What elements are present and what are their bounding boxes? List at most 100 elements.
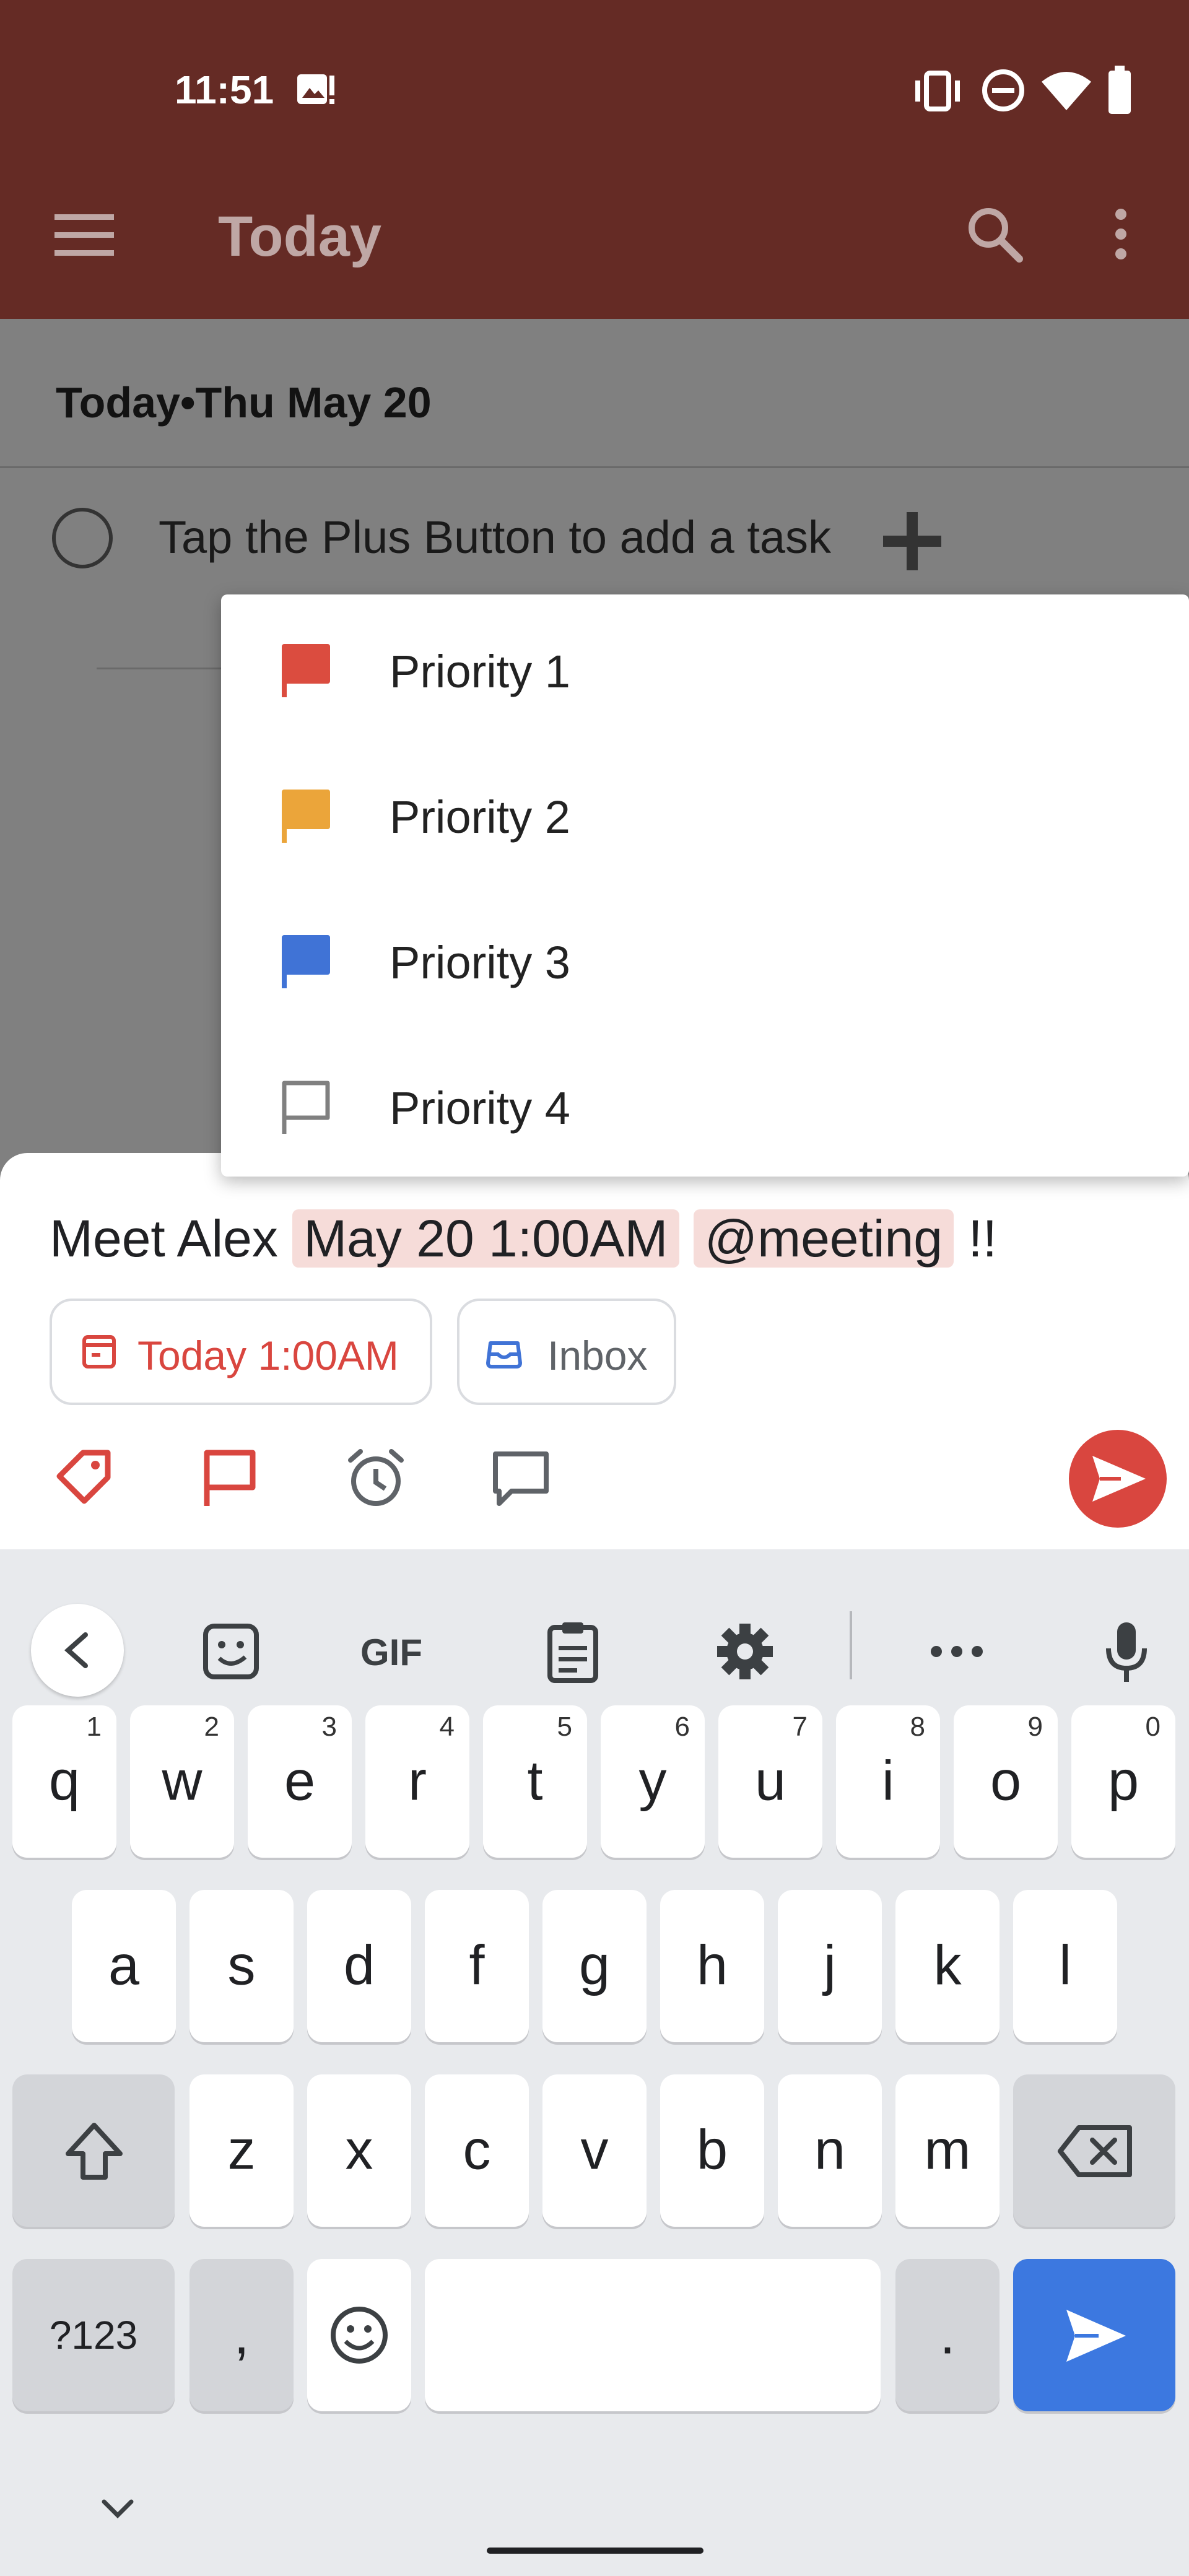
- priority-item-4[interactable]: Priority 4: [221, 1031, 1189, 1177]
- add-task-send-button[interactable]: [1069, 1430, 1167, 1528]
- inbox-icon: [486, 1341, 522, 1368]
- key-o[interactable]: 9o: [954, 1705, 1058, 1858]
- more-icon[interactable]: [923, 1617, 991, 1686]
- calendar-icon: [82, 1335, 116, 1368]
- due-date-chip[interactable]: Today 1:00AM: [50, 1299, 432, 1405]
- chevron-left-icon: [64, 1632, 88, 1668]
- key-m[interactable]: m: [895, 2074, 1000, 2227]
- gesture-nav-bar[interactable]: [487, 2548, 703, 2554]
- key-label: k: [933, 1934, 962, 1997]
- key-s[interactable]: s: [189, 1890, 294, 2042]
- priority-label: Priority 1: [390, 646, 570, 697]
- key-z[interactable]: z: [189, 2074, 294, 2227]
- more-options-icon[interactable]: [1106, 203, 1136, 265]
- key-label: ,: [233, 2304, 250, 2366]
- keyboard-collapse-button[interactable]: [31, 1604, 124, 1697]
- period-key[interactable]: .: [895, 2259, 1000, 2411]
- task-content-input[interactable]: Meet Alex May 20 1:00AM @meeting !!: [50, 1209, 997, 1269]
- key-label: h: [696, 1934, 728, 1997]
- key-l[interactable]: l: [1013, 1890, 1117, 2042]
- key-r[interactable]: 4r: [365, 1705, 469, 1858]
- key-hint: 1: [86, 1712, 102, 1742]
- key-k[interactable]: k: [895, 1890, 1000, 2042]
- key-g[interactable]: g: [542, 1890, 647, 2042]
- keyboard-hide-chevron-icon[interactable]: [99, 2497, 136, 2522]
- key-p[interactable]: 0p: [1071, 1705, 1175, 1858]
- priority-text: !!: [968, 1209, 997, 1268]
- priority-menu: Priority 1 Priority 2 Priority 3 Priorit…: [221, 594, 1189, 1177]
- quick-add-sheet: Meet Alex May 20 1:00AM @meeting !! Toda…: [0, 1153, 1189, 1549]
- gif-button[interactable]: GIF: [360, 1631, 422, 1674]
- key-label: e: [284, 1750, 316, 1812]
- key-hint: 9: [1027, 1712, 1043, 1742]
- key-i[interactable]: 8i: [836, 1705, 940, 1858]
- key-n[interactable]: n: [778, 2074, 882, 2227]
- keyboard: GIF 1q 2w 3e 4r 5t 6y 7u 8i 9o 0p a s d …: [0, 1549, 1189, 2576]
- do-not-disturb-icon: [982, 69, 1024, 111]
- key-c[interactable]: c: [425, 2074, 529, 2227]
- key-h[interactable]: h: [660, 1890, 764, 2042]
- key-label: n: [814, 2119, 846, 2182]
- priority-label: Priority 3: [390, 937, 570, 988]
- key-label: y: [638, 1750, 667, 1812]
- space-key[interactable]: [425, 2259, 881, 2411]
- label-icon[interactable]: [51, 1444, 119, 1512]
- key-label: t: [527, 1750, 543, 1812]
- microphone-icon[interactable]: [1092, 1617, 1161, 1686]
- settings-gear-icon[interactable]: [711, 1617, 779, 1686]
- key-label: s: [227, 1934, 256, 1997]
- empty-task-text: Tap the Plus Button to add a task: [159, 511, 832, 563]
- key-b[interactable]: b: [660, 2074, 764, 2227]
- project-chip[interactable]: Inbox: [457, 1299, 676, 1405]
- task-checkbox[interactable]: [52, 508, 113, 568]
- key-v[interactable]: v: [542, 2074, 647, 2227]
- status-time: 11:51: [175, 67, 274, 112]
- key-label: w: [162, 1750, 203, 1812]
- reminder-alarm-icon[interactable]: [342, 1444, 410, 1512]
- key-label: l: [1059, 1934, 1071, 1997]
- key-e[interactable]: 3e: [248, 1705, 352, 1858]
- key-hint: 8: [910, 1712, 925, 1742]
- date-highlight: May 20 1:00AM: [292, 1209, 679, 1268]
- enter-key[interactable]: [1013, 2259, 1175, 2411]
- key-label: x: [345, 2119, 373, 2182]
- wifi-icon: [1042, 72, 1091, 110]
- menu-icon[interactable]: [54, 212, 114, 259]
- key-label: ?123: [49, 2313, 138, 2357]
- key-d[interactable]: d: [307, 1890, 411, 2042]
- priority-flag-icon[interactable]: [196, 1444, 264, 1512]
- date-header: Today•Thu May 20: [56, 378, 432, 427]
- plus-icon: [883, 512, 941, 570]
- key-label: q: [48, 1750, 81, 1812]
- key-label: u: [754, 1750, 786, 1812]
- key-u[interactable]: 7u: [718, 1705, 822, 1858]
- key-label: d: [343, 1934, 375, 1997]
- key-label: r: [408, 1750, 427, 1812]
- symbols-key[interactable]: ?123: [12, 2259, 175, 2411]
- key-j[interactable]: j: [778, 1890, 882, 2042]
- key-q[interactable]: 1q: [12, 1705, 116, 1858]
- send-icon: [1092, 1456, 1146, 1502]
- comma-key[interactable]: ,: [189, 2259, 294, 2411]
- search-icon[interactable]: [964, 203, 1026, 265]
- key-hint: 4: [439, 1712, 455, 1742]
- key-hint: 2: [204, 1712, 219, 1742]
- label-highlight: @meeting: [693, 1209, 954, 1268]
- priority-item-3[interactable]: Priority 3: [221, 886, 1189, 1031]
- key-a[interactable]: a: [72, 1890, 176, 2042]
- priority-item-2[interactable]: Priority 2: [221, 740, 1189, 886]
- comment-icon[interactable]: [487, 1444, 555, 1512]
- backspace-key[interactable]: [1013, 2074, 1175, 2227]
- shift-key[interactable]: [12, 2074, 175, 2227]
- key-x[interactable]: x: [307, 2074, 411, 2227]
- key-t[interactable]: 5t: [483, 1705, 587, 1858]
- emoji-key[interactable]: [307, 2259, 411, 2411]
- clipboard-icon[interactable]: [539, 1617, 607, 1686]
- image-notification-icon: [297, 74, 334, 104]
- key-f[interactable]: f: [425, 1890, 529, 2042]
- priority-label: Priority 4: [390, 1082, 570, 1134]
- priority-item-1[interactable]: Priority 1: [221, 594, 1189, 740]
- key-w[interactable]: 2w: [130, 1705, 234, 1858]
- key-y[interactable]: 6y: [601, 1705, 705, 1858]
- sticker-icon[interactable]: [197, 1617, 265, 1686]
